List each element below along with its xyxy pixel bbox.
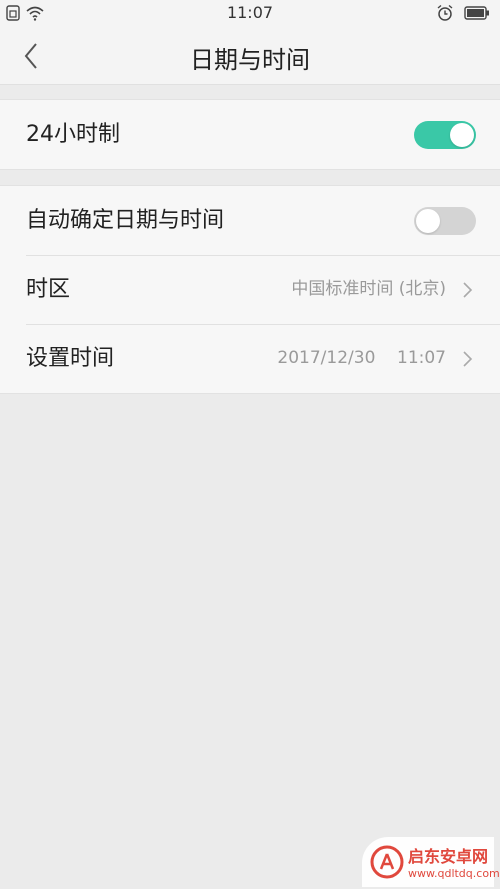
page-title: 日期与时间 xyxy=(190,46,310,74)
setting-value-set-time: 2017/12/30 11:07 xyxy=(277,348,446,368)
setting-row-timezone[interactable]: 时区 中国标准时间 (北京) xyxy=(0,255,500,324)
toggle-auto-datetime[interactable] xyxy=(414,207,476,235)
status-bar: 11:07 xyxy=(0,0,500,28)
status-time: 11:07 xyxy=(226,3,274,22)
setting-row-auto-datetime[interactable]: 自动确定日期与时间 xyxy=(0,186,500,255)
watermark-url: www.qdltdq.com xyxy=(408,867,500,880)
watermark-name: 启东安卓网 xyxy=(408,847,489,866)
chevron-right-icon xyxy=(463,282,473,298)
chevron-right-icon xyxy=(463,351,473,367)
toggle-knob xyxy=(416,209,440,233)
status-right xyxy=(436,4,490,22)
setting-label-auto-datetime: 自动确定日期与时间 xyxy=(26,208,225,233)
toggle-24-hour[interactable] xyxy=(414,121,476,149)
setting-label-set-time: 设置时间 xyxy=(26,346,115,371)
nav-bar: 日期与时间 xyxy=(0,28,500,85)
battery-icon xyxy=(464,6,489,20)
watermark: 启东安卓网 www.qdltdq.com xyxy=(362,837,500,887)
setting-label-timezone: 时区 xyxy=(26,277,71,302)
settings-group-datetime: 自动确定日期与时间 时区 中国标准时间 (北京) 设置时间 2017/12/30… xyxy=(0,185,500,394)
setting-row-24-hour[interactable]: 24小时制 xyxy=(0,100,500,169)
toggle-knob xyxy=(450,123,474,147)
setting-row-set-time[interactable]: 设置时间 2017/12/30 11:07 xyxy=(0,324,500,393)
alarm-icon xyxy=(437,4,453,21)
settings-group-format: 24小时制 xyxy=(0,99,500,170)
setting-label-24-hour: 24小时制 xyxy=(26,122,120,147)
setting-value-timezone: 中国标准时间 (北京) xyxy=(291,279,446,299)
watermark-logo-icon xyxy=(370,845,404,879)
